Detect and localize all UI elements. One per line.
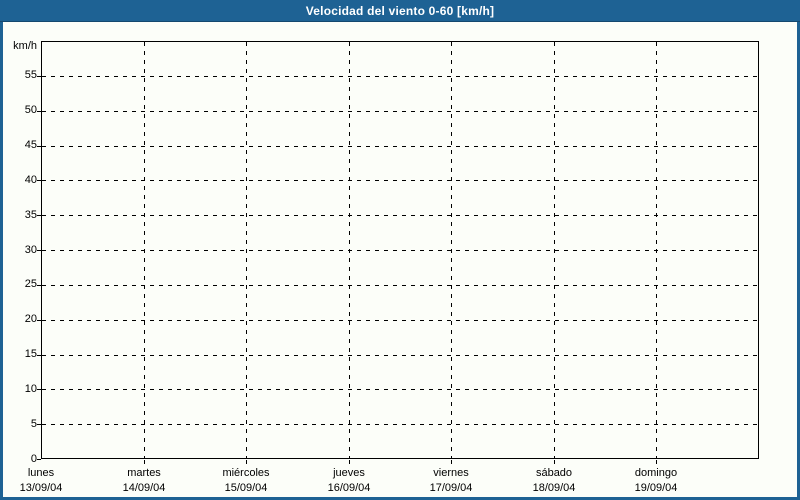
y-axis-tick [37,146,41,147]
y-axis-tick [37,180,41,181]
h-gridline [42,215,758,216]
h-gridline [42,285,758,286]
y-axis-tick-label: 0 [30,453,37,465]
y-axis-tick [37,424,41,425]
y-axis-tick-label: 50 [24,104,37,116]
y-axis-tick-label: 30 [24,244,37,256]
chart-title: Velocidad del viento 0-60 [km/h] [305,3,495,18]
y-axis-tick [37,355,41,356]
x-axis-tick [656,460,657,464]
y-axis-tick-label: 55 [24,69,37,81]
x-axis-date-label: 17/09/04 [429,482,473,494]
y-axis-tick [37,285,41,286]
x-axis-day-label: sábado [535,467,573,479]
v-gridline [349,42,350,458]
y-axis-tick [37,76,41,77]
v-gridline [144,42,145,458]
x-axis-date-label: 16/09/04 [327,482,371,494]
x-axis-date-label: 18/09/04 [532,482,576,494]
x-axis-date-label: 19/09/04 [634,482,678,494]
y-axis-tick [37,320,41,321]
v-gridline [554,42,555,458]
x-axis-tick [349,460,350,464]
y-axis-tick [37,459,41,460]
h-gridline [42,424,758,425]
x-axis-day-label: martes [127,467,161,479]
y-axis-tick-label: 40 [24,174,37,186]
x-axis-date-label: 13/09/04 [19,482,63,494]
y-axis-tick-label: 25 [24,278,37,290]
y-axis-tick-label: 15 [24,348,37,360]
v-gridline [451,42,452,458]
y-axis-tick-label: 5 [30,418,37,430]
y-axis-unit-label: km/h [13,40,37,52]
h-gridline [42,111,758,112]
h-gridline [42,76,758,77]
x-axis-tick [246,460,247,464]
h-gridline [42,389,758,390]
y-axis-tick-label: 20 [24,313,37,325]
x-axis-day-label: domingo [634,467,678,479]
x-axis-tick [554,460,555,464]
y-axis-tick-label: 10 [24,383,37,395]
v-gridline [246,42,247,458]
chart-window: Velocidad del viento 0-60 [km/h] km/h 0 5… [0,0,800,500]
x-axis-day-label: miércoles [222,467,270,479]
window-border-left [0,22,3,500]
x-axis-day-label: lunes [27,467,55,479]
x-axis-day-label: jueves [333,467,365,479]
y-axis-tick [37,389,41,390]
y-axis-tick [37,111,41,112]
h-gridline [42,320,758,321]
h-gridline [42,180,758,181]
y-axis-tick-label: 45 [24,139,37,151]
x-axis-tick [144,460,145,464]
x-axis-date-label: 14/09/04 [122,482,166,494]
x-axis-tick [451,460,452,464]
y-axis-tick [37,250,41,251]
h-gridline [42,146,758,147]
y-axis-tick [37,215,41,216]
x-axis-day-label: viernes [433,467,469,479]
v-gridline [656,42,657,458]
h-gridline [42,355,758,356]
h-gridline [42,250,758,251]
x-axis-date-label: 15/09/04 [224,482,268,494]
y-axis-tick-label: 35 [24,209,37,221]
title-bar: Velocidad del viento 0-60 [km/h] [0,0,800,22]
